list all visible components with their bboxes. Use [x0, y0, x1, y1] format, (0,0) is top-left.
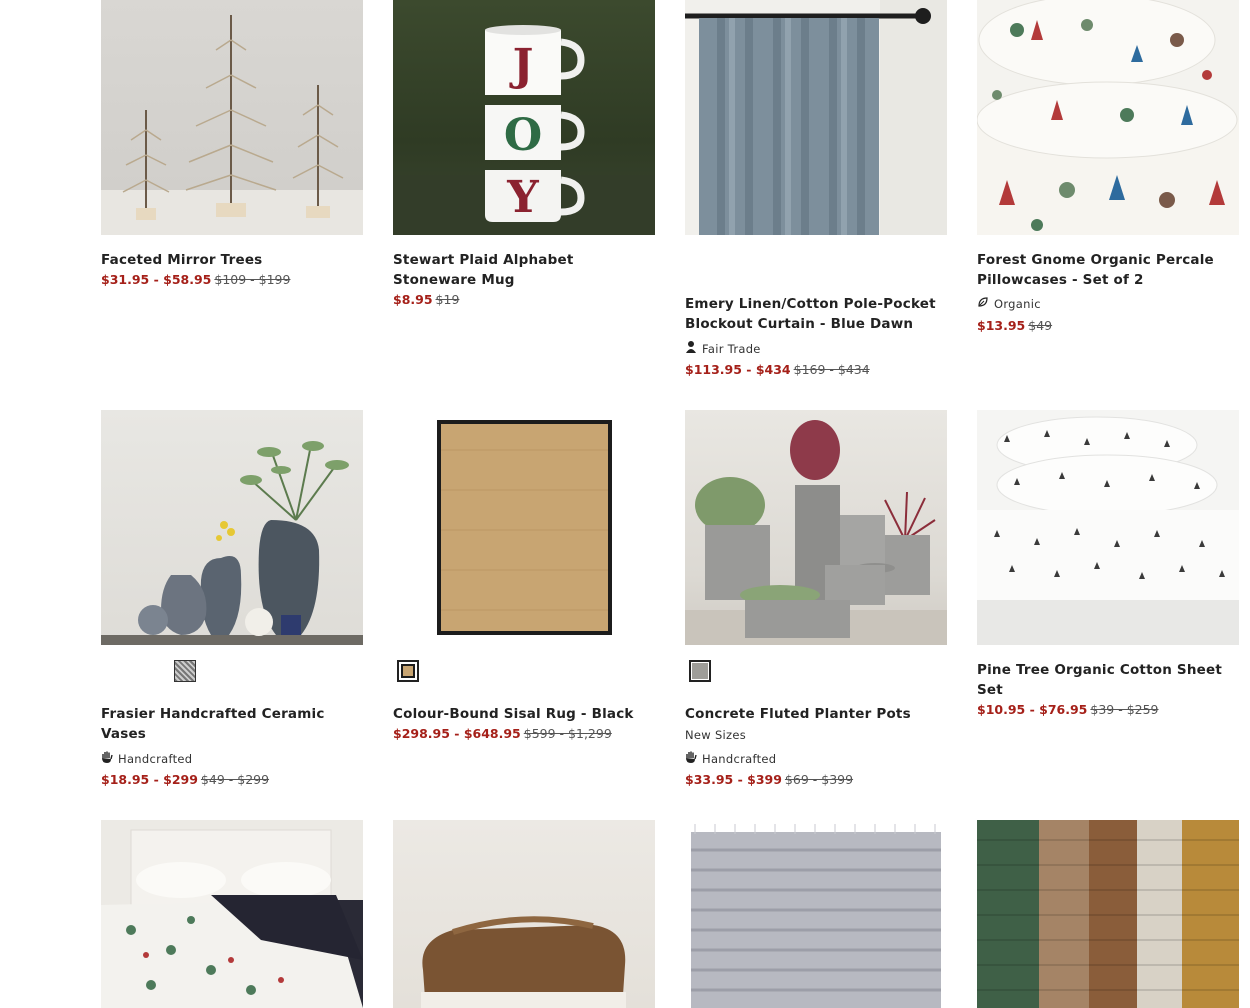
product-title[interactable]: Stewart Plaid Alphabet Stoneware Mug	[393, 250, 655, 290]
price: $31.95 - $58.95 $109 - $199	[101, 272, 290, 287]
mug-letter-j: J	[509, 40, 534, 91]
original-price: $39 - $259	[1090, 702, 1159, 717]
sale-price: $298.95 - $648.95	[393, 726, 521, 741]
attribute-handcrafted: Handcrafted	[101, 750, 192, 766]
product-image[interactable]	[977, 410, 1239, 645]
original-price: $109 - $199	[214, 272, 291, 287]
vase-illustration	[101, 441, 363, 645]
product-title[interactable]: Forest Gnome Organic Percale Pillowcases…	[977, 250, 1239, 290]
attribute-label: Handcrafted	[118, 752, 193, 766]
new-sizes-badge: New Sizes	[685, 728, 747, 742]
product-image[interactable]: J O Y	[393, 0, 655, 235]
attribute-label: Fair Trade	[702, 342, 761, 356]
mug-illustration: J O Y	[393, 25, 655, 235]
hand-icon	[101, 750, 114, 766]
sale-price: $31.95 - $58.95	[101, 272, 212, 287]
attribute-organic: Organic	[977, 296, 1041, 311]
fair-trade-icon	[685, 340, 698, 356]
color-swatch[interactable]	[397, 660, 419, 682]
original-price: $169 - $434	[793, 362, 870, 377]
price: $13.95 $49	[977, 318, 1052, 333]
organic-leaf-icon	[977, 296, 990, 311]
color-swatch[interactable]	[174, 660, 196, 682]
product-image[interactable]	[101, 0, 363, 235]
sale-price: $33.95 - $399	[685, 772, 782, 787]
price: $10.95 - $76.95 $39 - $259	[977, 702, 1159, 717]
sheet-illustration	[977, 416, 1239, 645]
color-swatch[interactable]	[689, 660, 711, 682]
product-title[interactable]: Pine Tree Organic Cotton Sheet Set	[977, 660, 1239, 700]
tree-illustration	[101, 15, 363, 235]
original-price: $19	[435, 292, 460, 307]
product-image[interactable]	[685, 410, 947, 645]
product-image[interactable]	[393, 410, 655, 645]
price: $113.95 - $434 $169 - $434	[685, 362, 870, 377]
product-image[interactable]	[977, 0, 1239, 235]
product-image[interactable]	[685, 0, 947, 235]
product-image[interactable]	[977, 820, 1239, 1008]
attribute-label: Organic	[994, 297, 1041, 311]
product-title[interactable]: Emery Linen/Cotton Pole-Pocket Blockout …	[685, 294, 947, 334]
price: $298.95 - $648.95 $599 - $1,299	[393, 726, 612, 741]
attribute-handcrafted: Handcrafted	[685, 750, 776, 766]
rug-illustration	[437, 420, 612, 635]
product-image[interactable]	[101, 820, 363, 1008]
curtain-illustration	[685, 0, 947, 235]
sale-price: $13.95	[977, 318, 1026, 333]
mug-letter-o: O	[504, 110, 542, 161]
original-price: $49	[1028, 318, 1053, 333]
duvet-illustration	[101, 829, 363, 1008]
original-price: $599 - $1,299	[523, 726, 612, 741]
sale-price: $113.95 - $434	[685, 362, 791, 377]
planter-illustration	[685, 420, 947, 645]
sale-price: $8.95	[393, 292, 433, 307]
original-price: $69 - $399	[784, 772, 854, 787]
original-price: $49 - $299	[200, 772, 270, 787]
product-title[interactable]: Frasier Handcrafted Ceramic Vases	[101, 704, 363, 744]
product-title[interactable]: Colour-Bound Sisal Rug - Black	[393, 704, 655, 724]
product-image[interactable]	[101, 410, 363, 645]
price: $18.95 - $299 $49 - $299	[101, 772, 269, 787]
throw-illustration	[421, 916, 626, 1008]
hand-icon	[685, 750, 698, 766]
product-title[interactable]: Faceted Mirror Trees	[101, 250, 363, 270]
woven-rug-illustration	[691, 824, 941, 1008]
pillowcase-illustration	[977, 0, 1239, 235]
sale-price: $10.95 - $76.95	[977, 702, 1088, 717]
price: $8.95 $19	[393, 292, 459, 307]
price: $33.95 - $399 $69 - $399	[685, 772, 853, 787]
attribute-fair-trade: Fair Trade	[685, 340, 761, 356]
product-image[interactable]	[393, 820, 655, 1008]
attribute-label: Handcrafted	[702, 752, 777, 766]
product-title[interactable]: Concrete Fluted Planter Pots	[685, 704, 947, 724]
knit-throws-illustration	[977, 820, 1239, 1008]
sale-price: $18.95 - $299	[101, 772, 198, 787]
product-image[interactable]	[685, 820, 947, 1008]
mug-letter-y: Y	[506, 172, 539, 223]
